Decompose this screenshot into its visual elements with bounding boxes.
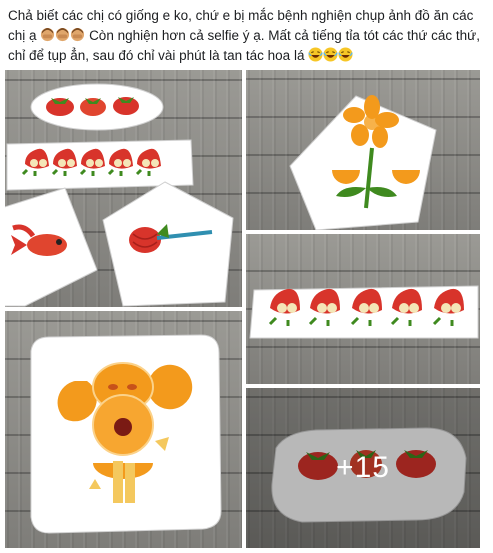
photo-4-drawing [30, 334, 222, 534]
photo-1-drawing [5, 83, 234, 307]
photo-3-drawing [249, 285, 479, 339]
laughing-emoji-icon [323, 47, 338, 62]
facepalm-emoji-group [40, 27, 89, 43]
post-text: Chả biết các chị có giống e ko, chứ e bị… [8, 6, 486, 66]
photo-1[interactable] [5, 70, 242, 307]
strawberry-fans-row [46, 97, 139, 116]
photo-2-drawing [289, 95, 437, 230]
more-photos-overlay[interactable]: +15 [246, 388, 480, 548]
photo-2[interactable] [246, 70, 480, 230]
person-facepalming-emoji-icon [41, 27, 55, 42]
person-facepalming-emoji-icon [71, 27, 85, 42]
photo-4[interactable] [5, 311, 242, 548]
more-photos-count: +15 [336, 451, 390, 484]
person-facepalming-emoji-icon [56, 27, 70, 42]
photo-3[interactable] [246, 234, 480, 384]
laughing-emoji-group [308, 47, 353, 63]
photo-5-more[interactable]: +15 [246, 388, 480, 548]
laughing-emoji-icon [338, 47, 353, 62]
laughing-emoji-icon [308, 47, 323, 62]
